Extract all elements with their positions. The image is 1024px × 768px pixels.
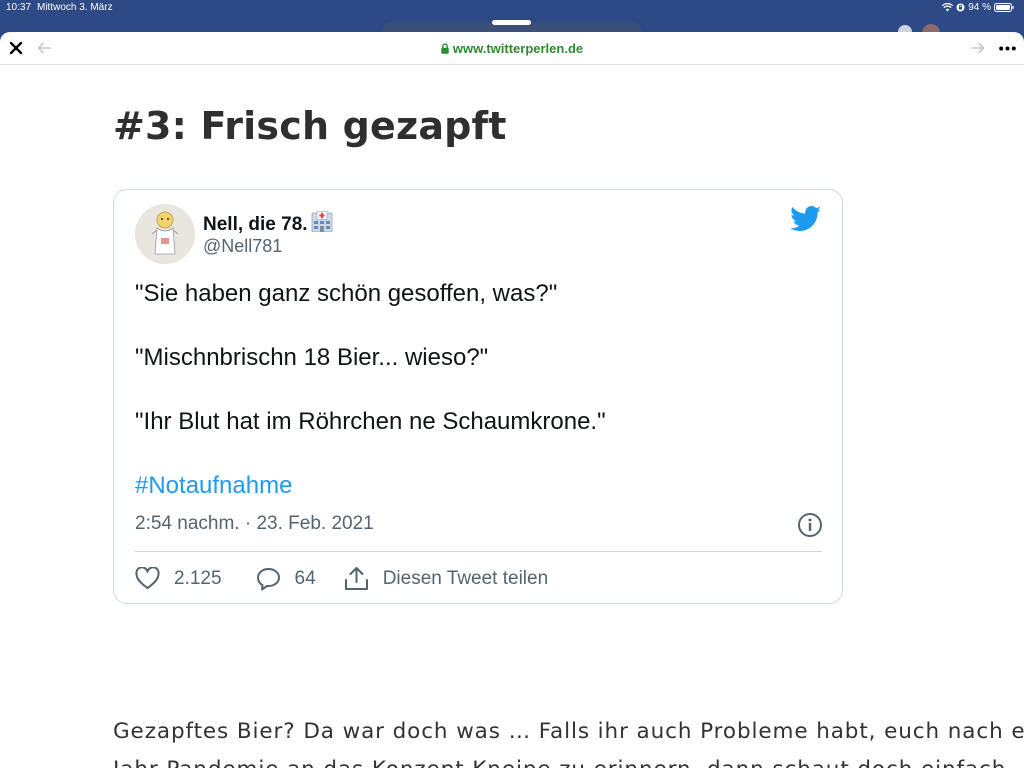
article-body: Gezapftes Bier? Da war doch was … Falls … (113, 713, 1024, 768)
author-name-text: Nell, die 78. (203, 214, 308, 235)
heart-icon (135, 567, 160, 589)
status-date: Mittwoch 3. März (37, 2, 113, 13)
avatar[interactable] (135, 204, 195, 264)
lock-icon (441, 43, 449, 54)
address-bar[interactable]: www.twitterperlen.de (0, 41, 1024, 56)
tweet-author-handle[interactable]: @Nell781 (203, 236, 282, 257)
article-body-line: Gezapftes Bier? Da war doch was … Falls … (113, 719, 1024, 744)
more-horizontal-icon[interactable] (999, 46, 1016, 51)
tweet-text-line: "Sie haben ganz schön gesoffen, was?" (135, 280, 558, 307)
share-button[interactable]: Diesen Tweet teilen (344, 566, 548, 591)
like-button[interactable]: 2.125 (135, 567, 222, 590)
article-body-line: Jahr Pandemie an das Konzept Kneipe zu e… (113, 751, 1024, 768)
twitter-bird-icon[interactable] (790, 206, 822, 232)
sheet-grabber[interactable] (492, 20, 531, 25)
reply-bubble-icon (256, 567, 280, 590)
reply-button[interactable]: 64 (256, 567, 316, 591)
info-icon[interactable] (797, 512, 823, 538)
orientation-lock-icon (956, 3, 965, 12)
browser-toolbar: www.twitterperlen.de (0, 32, 1024, 65)
tweet-author-name[interactable]: Nell, die 78. (203, 211, 333, 236)
browser-sheet: www.twitterperlen.de #3: Frisch gezapft (0, 32, 1024, 768)
status-time: 10:37 (6, 2, 32, 13)
hospital-emoji-icon (311, 211, 332, 232)
reply-count: 64 (294, 567, 316, 589)
url-text: www.twitterperlen.de (452, 41, 584, 56)
tweet-text-line: "Mischnbrischn 18 Bier... wieso?" (135, 344, 489, 371)
status-indicators: 94 % (942, 2, 1014, 13)
hashtag-link[interactable]: #Notaufnahme (135, 472, 292, 500)
article-heading: #3: Frisch gezapft (113, 104, 507, 148)
avatar-drawing (135, 204, 195, 264)
tweet-divider (135, 551, 822, 552)
battery-icon (994, 3, 1014, 12)
embedded-tweet[interactable]: Nell, die 78. @Nell781 "Sie haben ganz s… (113, 189, 843, 604)
share-icon (344, 567, 368, 590)
like-count: 2.125 (174, 567, 222, 589)
tweet-actions: 2.125 64 Diesen Tweet teilen (135, 566, 548, 591)
wifi-icon (942, 3, 954, 12)
share-label: Diesen Tweet teilen (382, 567, 549, 589)
arrow-right-icon[interactable] (971, 42, 985, 54)
tweet-timestamp[interactable]: 2:54 nachm. · 23. Feb. 2021 (135, 513, 374, 535)
status-bar: 10:37 Mittwoch 3. März 94 % (0, 0, 1024, 16)
tweet-text-line: "Ihr Blut hat im Röhrchen ne Schaumkrone… (135, 408, 606, 435)
battery-percent: 94 % (968, 2, 991, 13)
